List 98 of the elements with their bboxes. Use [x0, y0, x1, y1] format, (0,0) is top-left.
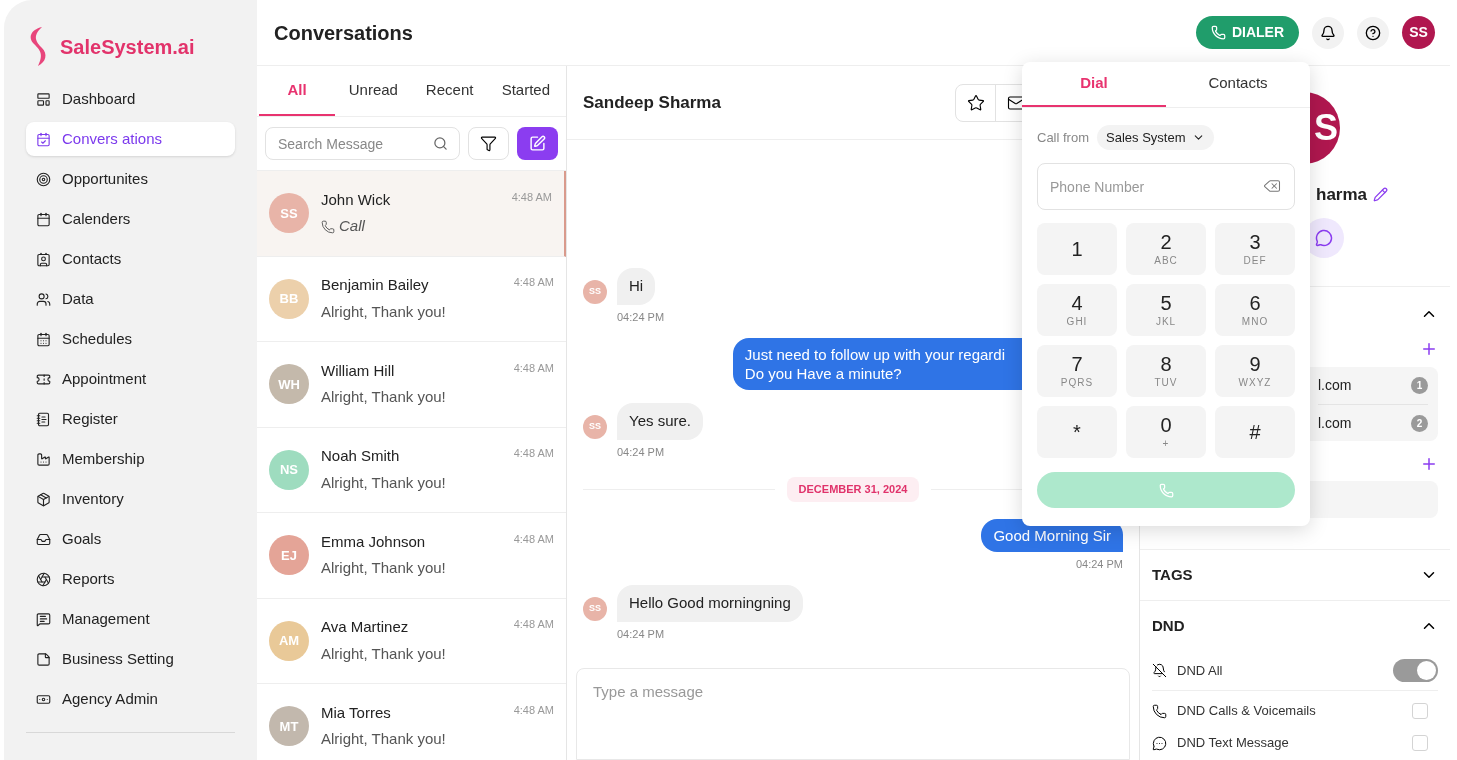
keypad-key[interactable]: # — [1215, 406, 1295, 458]
message-time: 4:48 AM — [513, 360, 554, 376]
avatar: SS — [269, 193, 309, 234]
sidebar-item[interactable]: Management — [26, 602, 235, 636]
message-time: 4:48 AM — [513, 702, 554, 718]
dnd-label: DND All — [1177, 661, 1224, 680]
message-time: 04:24 PM — [617, 626, 666, 642]
avatar: NS — [269, 449, 309, 490]
contact-name: Benjamin Bailey — [321, 275, 429, 296]
message-preview: Alright, Thank you! — [321, 387, 447, 408]
avatar: EJ — [269, 535, 309, 576]
keypad-key[interactable]: 2 ABC — [1126, 223, 1206, 275]
sidebar-item[interactable]: Agency Admin — [26, 682, 235, 716]
count-badge: 1 — [1411, 377, 1428, 394]
popup-tab[interactable]: Dial — [1022, 62, 1166, 107]
message-preview: Call — [339, 216, 365, 237]
avatar: MT — [269, 706, 309, 747]
filter-tab[interactable]: Recent — [411, 66, 488, 116]
message-preview: Alright, Thank you! — [321, 472, 447, 493]
keypad-key[interactable]: 8 TUV — [1126, 345, 1206, 397]
keypad-key[interactable]: 6 MNO — [1215, 284, 1295, 336]
avatar: SS — [583, 280, 607, 304]
sidebar-item[interactable]: Convers ations — [26, 122, 235, 156]
message-bubble: Hi — [617, 268, 656, 305]
message-bubble: Yes sure. — [617, 403, 703, 440]
sidebar-item[interactable]: Contacts — [26, 242, 235, 276]
page-title: Conversations — [274, 20, 413, 46]
sidebar-item[interactable]: Appointment — [26, 362, 235, 396]
keypad-key[interactable]: 5 JKL — [1126, 284, 1206, 336]
message-time: 4:48 AM — [513, 617, 554, 633]
message-bubble: Hello Good morningning — [617, 585, 803, 622]
contact-name: Ava Martinez — [321, 617, 409, 638]
keypad-key[interactable]: 3 DEF — [1215, 223, 1295, 275]
contact-name: John Wick — [321, 189, 391, 210]
conversation-item[interactable]: EJ Emma Johnson 4:48 AM Alright, Thank you! — [257, 513, 566, 599]
sidebar-item[interactable]: Register — [26, 402, 235, 436]
sidebar-item[interactable]: Inventory — [26, 482, 235, 516]
message-input[interactable]: Type a message — [576, 668, 1130, 760]
conversation-item[interactable]: WH William Hill 4:48 AM Alright, Thank you! — [257, 342, 566, 428]
message-time: 04:24 PM — [617, 444, 666, 460]
sidebar-item[interactable]: Opportunites — [26, 162, 235, 196]
phone-number-field[interactable]: Phone Number — [1037, 163, 1295, 210]
conversation-item[interactable]: AM Ava Martinez 4:48 AM Alright, Thank you! — [257, 598, 566, 684]
sidebar-item[interactable]: Membership — [26, 442, 235, 476]
message-preview: Alright, Thank you! — [321, 301, 447, 322]
keypad-key[interactable]: 4 GHI — [1037, 284, 1117, 336]
avatar: BB — [269, 278, 309, 319]
message-time: 4:48 AM — [513, 531, 554, 547]
avatar: SS — [583, 597, 607, 621]
sidebar-item[interactable]: Schedules — [26, 322, 235, 356]
call-from-label: Call from — [1037, 128, 1089, 147]
message-time: 4:48 AM — [511, 189, 552, 205]
sidebar-item[interactable]: Calenders — [26, 202, 235, 236]
message-preview: Alright, Thank you! — [321, 558, 447, 579]
conversation-item[interactable]: BB Benjamin Bailey 4:48 AM Alright, Thank you! — [257, 256, 566, 342]
message-preview: Alright, Thank you! — [321, 643, 447, 664]
dnd-label: DND Calls & Voicemails — [1177, 702, 1317, 721]
sidebar-item[interactable]: Dashboard — [26, 82, 235, 116]
filter-tab[interactable]: Started — [487, 66, 564, 116]
dnd-label: DND Text Message — [1177, 734, 1290, 753]
keypad-key[interactable]: * — [1037, 406, 1117, 458]
contact-name: Noah Smith — [321, 446, 400, 467]
keypad-key[interactable]: 7 PQRS — [1037, 345, 1117, 397]
contact-name: Emma Johnson — [321, 531, 426, 552]
conversation-item[interactable]: SS John Wick 4:48 AM Call — [257, 171, 566, 257]
contact-name: Mia Torres — [321, 702, 391, 723]
filter-tab[interactable]: Unread — [335, 66, 412, 116]
app-logo-text: SaleSystem.ai — [60, 35, 195, 60]
keypad-key[interactable]: 9 WXYZ — [1215, 345, 1295, 397]
keypad-key[interactable]: 1 — [1037, 223, 1117, 275]
contact-name: William Hill — [321, 360, 395, 381]
avatar: SS — [583, 415, 607, 439]
message-time: 4:48 AM — [513, 446, 554, 462]
avatar: AM — [269, 620, 309, 661]
conversation-item[interactable]: MT Mia Torres 4:48 AM Alright, Thank you! — [257, 684, 566, 760]
section-title: DND — [1152, 615, 1185, 636]
message-preview: Alright, Thank you! — [321, 729, 447, 750]
sidebar-item[interactable]: Business Setting — [26, 642, 235, 676]
search-field[interactable]: Search Message — [265, 127, 461, 160]
caller-dropdown[interactable]: Sales System — [1097, 125, 1214, 150]
contact-name: harma — [1316, 184, 1368, 206]
sidebar-item[interactable]: Goals — [26, 522, 235, 556]
count-badge: 2 — [1411, 414, 1428, 432]
email-address: l.com — [1318, 376, 1352, 395]
conversation-item[interactable]: NS Noah Smith 4:48 AM Alright, Thank you! — [257, 427, 566, 513]
avatar: WH — [269, 364, 309, 405]
user-avatar[interactable]: SS — [1402, 16, 1435, 49]
email-address: l.com — [1318, 413, 1352, 433]
date-separator: DECEMBER 31, 2024 — [786, 477, 920, 502]
sidebar-item[interactable]: Reports — [26, 562, 235, 596]
keypad-key[interactable]: 0 + — [1126, 406, 1206, 458]
message-time: 4:48 AM — [513, 275, 554, 291]
filter-tab[interactable]: All — [259, 66, 336, 116]
section-title: TAGS — [1152, 564, 1193, 585]
message-time: 04:24 PM — [617, 309, 665, 325]
chat-contact-name: Sandeep Sharma — [583, 91, 721, 114]
sidebar-item[interactable]: Data — [26, 282, 235, 316]
message-time: 04:24 PM — [1075, 556, 1123, 572]
